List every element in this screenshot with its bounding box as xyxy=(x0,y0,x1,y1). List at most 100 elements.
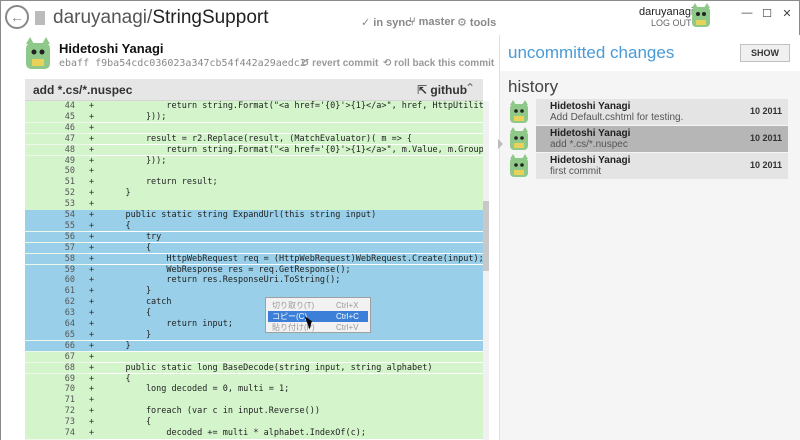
diff-line[interactable]: 49 + })); xyxy=(25,155,483,166)
menu-item-label: 切り取り(T) xyxy=(272,301,315,310)
revert-icon: ↺ xyxy=(301,58,313,69)
diff-line[interactable]: 45 + })); xyxy=(25,111,483,123)
history-date: 10 2011 xyxy=(749,106,782,116)
minimize-icon[interactable]: — xyxy=(737,7,757,19)
revert-label: revert commit xyxy=(312,58,379,69)
menu-item-shortcut: Ctrl+X xyxy=(336,301,359,310)
added-marker: + xyxy=(89,395,95,406)
diff-line[interactable]: 70 + long decoded = 0, multi = 1; xyxy=(25,384,483,395)
code-text: { xyxy=(105,242,152,253)
line-number: 62 xyxy=(64,297,75,308)
diff-line[interactable]: 52 + } xyxy=(25,188,483,199)
diff-line[interactable]: 61 + } xyxy=(25,286,483,297)
diff-line[interactable]: 63 + { xyxy=(25,308,483,319)
code-text: return string.Format("<a href='{0}'>{1}<… xyxy=(166,144,483,155)
uncommitted-title[interactable]: uncommitted changes xyxy=(508,43,674,63)
diff-line[interactable]: 73 + { xyxy=(25,417,483,428)
close-icon[interactable]: ✕ xyxy=(777,7,797,20)
added-marker: + xyxy=(89,210,95,220)
history-date: 10 2011 xyxy=(749,133,782,143)
diff-line[interactable]: 54 + public static string ExpandUrl(this … xyxy=(25,210,483,221)
revert-commit-button[interactable]: ↺ revert commit xyxy=(301,58,378,69)
code-text: return input; xyxy=(105,319,233,329)
diff-line[interactable]: 50 + xyxy=(25,166,483,177)
diff-line[interactable]: 46 + xyxy=(25,122,483,134)
history-item[interactable]: Hidetoshi Yanagi add *.cs/*.nuspec 10 2011 xyxy=(536,126,788,152)
line-number: 53 xyxy=(64,199,75,210)
added-marker: + xyxy=(89,297,95,308)
history-avatar xyxy=(510,154,528,177)
code-text: long decoded = 0, multi = 1; xyxy=(105,384,290,395)
diff-line[interactable]: 57 + { xyxy=(25,242,483,254)
diff-line[interactable]: 67 + xyxy=(25,351,483,363)
pane-pointer-icon xyxy=(498,139,503,149)
diff-line[interactable]: 53 + xyxy=(25,199,483,210)
menu-item-copy[interactable]: コピー(C) Ctrl+C xyxy=(268,311,368,322)
added-marker: + xyxy=(89,406,95,417)
history-item[interactable]: Hidetoshi Yanagi first commit 10 2011 xyxy=(536,153,788,179)
line-number: 48 xyxy=(64,144,75,155)
commit-detail-pane: Hidetoshi Yanagi ebaff f9ba54cdc036023a3… xyxy=(1,35,499,440)
commit-author-avatar xyxy=(26,37,50,69)
diff-line[interactable]: 51 + return result; xyxy=(25,177,483,188)
maximize-icon[interactable]: ☐ xyxy=(757,7,777,20)
rollback-commit-button[interactable]: ⟲ roll back this commit xyxy=(383,58,494,69)
diff-line[interactable]: 62 + catch xyxy=(25,297,483,308)
title-bar: ← daruyanagi/StringSupport ✓ in sync ⑂ m… xyxy=(1,1,800,35)
collapse-icon[interactable]: ⌃ xyxy=(465,81,475,95)
line-number: 73 xyxy=(64,417,75,428)
line-number: 67 xyxy=(64,351,75,362)
diff-view[interactable]: 44 + return string.Format("<a href='{0}'>… xyxy=(25,101,483,440)
diff-line[interactable]: 44 + return string.Format("<a href='{0}'>… xyxy=(25,101,483,112)
diff-scrollbar[interactable] xyxy=(483,101,489,440)
diff-line[interactable]: 69 + { xyxy=(25,373,483,384)
diff-line[interactable]: 58 + HttpWebRequest req = (HttpWebRequest… xyxy=(25,253,483,265)
code-text: } xyxy=(105,188,131,199)
repo-name[interactable]: StringSupport xyxy=(152,7,268,28)
diff-line[interactable]: 74 + decoded += multi * alphabet.IndexOf(… xyxy=(25,428,483,439)
added-marker: + xyxy=(89,177,95,188)
diff-line[interactable]: 64 + return input; xyxy=(25,319,483,330)
scrollbar-thumb[interactable] xyxy=(483,201,489,271)
code-text: HttpWebRequest req = (HttpWebRequest)Web… xyxy=(105,253,483,264)
diff-line[interactable]: 66 + } xyxy=(25,340,483,352)
diff-line[interactable]: 60 + return res.ResponseUri.ToString(); xyxy=(25,275,483,286)
added-marker: + xyxy=(89,264,95,275)
history-item[interactable]: Hidetoshi Yanagi Add Default.cshtml for t… xyxy=(536,99,788,125)
sidebar: uncommitted changes SHOW history Hidetos… xyxy=(498,35,800,440)
tools-button[interactable]: ⚙ tools xyxy=(457,16,496,29)
github-label: github xyxy=(430,83,468,97)
code-text: foreach (var c in input.Reverse()) xyxy=(105,406,320,417)
diff-line[interactable]: 56 + try xyxy=(25,231,483,243)
added-marker: + xyxy=(89,329,95,340)
diff-line[interactable]: 71 + xyxy=(25,395,483,406)
code-text: { xyxy=(105,417,152,428)
back-arrow-icon[interactable]: ← xyxy=(5,5,29,29)
code-text: public static long BaseDecode(string inp… xyxy=(105,362,433,373)
menu-item-paste[interactable]: 貼り付け(P) Ctrl+V xyxy=(268,322,368,333)
diff-line[interactable]: 47 + result = r2.Replace(result, (MatchEv… xyxy=(25,133,483,145)
user-name: daruyanagi xyxy=(639,6,694,18)
added-marker: + xyxy=(89,286,95,297)
code-text: })); xyxy=(105,155,167,166)
sync-label: in sync xyxy=(373,17,412,29)
repo-owner[interactable]: daruyanagi xyxy=(53,7,147,28)
show-button[interactable]: SHOW xyxy=(740,44,790,62)
branch-button[interactable]: ⑂ master xyxy=(409,16,455,28)
sync-status-button[interactable]: ✓ in sync xyxy=(361,16,411,29)
diff-line[interactable]: 72 + foreach (var c in input.Reverse()) xyxy=(25,406,483,417)
menu-item-shortcut: Ctrl+C xyxy=(336,312,359,321)
code-text: } xyxy=(105,329,152,340)
diff-line[interactable]: 48 + return string.Format("<a href='{0}'>… xyxy=(25,144,483,156)
user-avatar[interactable] xyxy=(689,3,713,29)
diff-line[interactable]: 59 + WebResponse res = req.GetResponse(); xyxy=(25,264,483,275)
line-number: 46 xyxy=(64,122,75,133)
line-number: 45 xyxy=(64,111,75,122)
diff-line[interactable]: 55 + { xyxy=(25,220,483,232)
open-github-button[interactable]: ⇱ github xyxy=(417,83,467,97)
logout-link[interactable]: LOG OUT xyxy=(651,18,692,28)
diff-line[interactable]: 68 + public static long BaseDecode(string… xyxy=(25,362,483,374)
menu-item-cut[interactable]: 切り取り(T) Ctrl+X xyxy=(268,300,368,311)
diff-line[interactable]: 65 + } xyxy=(25,329,483,341)
added-marker: + xyxy=(89,155,95,166)
